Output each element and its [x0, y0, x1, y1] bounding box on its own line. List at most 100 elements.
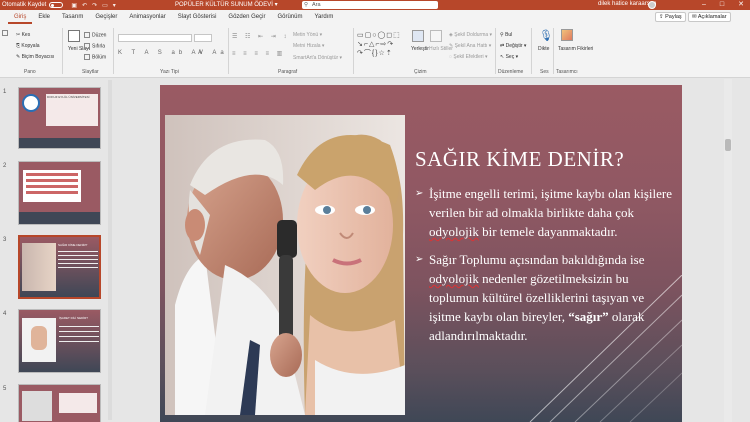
autosave-label: Otomatik Kaydet [2, 2, 47, 8]
format-painter-button[interactable]: ✎ Biçim Boyacısı [16, 54, 54, 60]
search-box[interactable]: ⚲ Ara [302, 1, 438, 9]
arrange-button[interactable] [412, 30, 424, 42]
design-ideas-icon[interactable] [561, 29, 573, 41]
scrollbar-thumb[interactable] [725, 139, 731, 151]
layout-button[interactable]: Düzen [84, 32, 106, 38]
design-ideas-graphic [561, 29, 573, 41]
minimize-button[interactable]: – [702, 0, 706, 10]
bullet-1: ➢ İşitme engelli terimi, işitme kaybı ol… [415, 184, 677, 241]
align-buttons[interactable]: ≡ ≡ ≡ ≡ ▥ [232, 50, 285, 57]
slide-thumbnail-1[interactable]: DOKUZ EYLÜL ÜNİVERSİTESİ [18, 87, 101, 149]
copy-button[interactable]: ⎘ Kopyala [16, 43, 39, 49]
group-label-cizim: Çizim [414, 69, 427, 75]
tab-gecisler[interactable]: Geçişler [89, 10, 123, 24]
bullet-2-text: Sağır Toplumu açısından bakıldığında ise [429, 252, 645, 267]
new-slide-button[interactable] [68, 30, 80, 42]
font-size-select[interactable] [194, 34, 212, 42]
undo-icon[interactable]: ↶ [82, 2, 87, 9]
thumb-4-lines [59, 326, 99, 346]
university-logo-icon [22, 94, 40, 112]
share-button[interactable]: ⇪ Paylaş [655, 12, 686, 22]
customize-icon[interactable]: ▾ [113, 2, 116, 9]
ribbon-divider [228, 28, 229, 74]
slide-thumbnail-5[interactable] [18, 384, 101, 422]
thumb-5-text [59, 393, 97, 413]
autosave-toggle[interactable]: Otomatik Kaydet [2, 2, 64, 8]
paste-icon [2, 30, 8, 36]
smartart-button[interactable]: SmartArt'a Dönüştür ▾ [293, 55, 342, 61]
thumb-3-photo [22, 243, 56, 291]
group-label-duzenleme: Düzenleme [498, 69, 524, 75]
tab-file[interactable] [0, 10, 8, 24]
tab-yardim[interactable]: Yardım [308, 10, 339, 24]
thumbnail-scrollbar[interactable] [108, 80, 112, 420]
slide-number: 5 [3, 386, 7, 392]
slide-thumbnail-3[interactable]: SAĞIR KİME DENİR? [18, 235, 101, 299]
select-button[interactable]: ↖ Seç ▾ [500, 54, 518, 60]
replace-icon: ⇄ [500, 43, 505, 49]
tab-gorunum[interactable]: Görünüm [271, 10, 308, 24]
section-icon [84, 54, 90, 60]
redo-icon[interactable]: ↷ [92, 2, 97, 9]
font-format-buttons[interactable]: K T A S ab AV Aa [118, 50, 228, 56]
slide-thumbnails-panel: 1 DOKUZ EYLÜL ÜNİVERSİTESİ 2 3 SAĞIR KİM… [0, 79, 112, 422]
reset-icon [84, 43, 90, 49]
section-button[interactable]: Bölüm [84, 54, 106, 60]
shape-fill-button[interactable]: ◈ Şekil Doldurma ▾ [449, 32, 492, 38]
shape-effects-button[interactable]: ◌ Şekil Efektleri ▾ [449, 54, 488, 60]
replace-button[interactable]: ⇄ Değiştir ▾ [500, 43, 526, 49]
tab-gozden-gecir[interactable]: Gözden Geçir [222, 10, 271, 24]
slide-number: 2 [3, 163, 7, 169]
slide-photo[interactable] [165, 115, 405, 415]
align-text-button[interactable]: Metni Hizala ▾ [293, 43, 324, 49]
ribbon: ✂ Kes ⎘ Kopyala ✎ Biçim Boyacısı Pano Ye… [0, 24, 750, 78]
slide-title[interactable]: SAĞIR KİME DENİR? [415, 147, 624, 172]
font-color-button[interactable]: A [198, 50, 202, 56]
document-title[interactable]: POPÜLER KÜLTÜR SUNUM ÖDEVİ ▾ [175, 1, 278, 8]
cut-button[interactable]: ✂ Kes [16, 32, 30, 38]
close-button[interactable]: ✕ [738, 0, 744, 10]
tab-slayt-gosterisi[interactable]: Slayt Gösterisi [172, 10, 223, 24]
slide-number: 1 [3, 89, 7, 95]
quick-styles-button[interactable] [430, 30, 442, 42]
slide-canvas[interactable]: SAĞIR KİME DENİR? ➢ İşitme engelli terim… [160, 85, 682, 422]
thumb-3-title: SAĞIR KİME DENİR? [58, 243, 88, 247]
pen-icon: ✎ [449, 43, 454, 49]
comments-button[interactable]: ✉ Açıklamalar [688, 12, 731, 22]
slide-body[interactable]: ➢ İşitme engelli terimi, işitme kaybı ol… [415, 184, 677, 354]
shapes-gallery[interactable]: ▭▢○◯◻⬚ ↘⌐△⌐⇨↷ ↷⌒{}☆⇡ [357, 31, 409, 61]
present-icon[interactable]: ▭ [102, 2, 108, 9]
tab-ekle[interactable]: Ekle [32, 10, 56, 24]
slide-thumbnail-4[interactable]: İŞARET DİLİ NEDİR? [18, 309, 101, 373]
group-label-ses: Ses [540, 69, 549, 75]
layout-icon [84, 32, 90, 38]
design-ideas-button[interactable]: Tasarım Fikirleri [558, 46, 593, 52]
ribbon-tabs: Giriş Ekle Tasarım Geçişler Animasyonlar… [0, 10, 750, 24]
shape-outline-button[interactable]: ✎ Şekil Ana Hattı ▾ [449, 43, 491, 49]
tab-giris[interactable]: Giriş [8, 10, 33, 24]
list-buttons[interactable]: ☰ ☷ ⇤ ⇥ ↕ [232, 33, 289, 40]
ribbon-divider [353, 28, 354, 74]
arrow-bullet-icon: ➢ [415, 254, 424, 265]
search-icon: ⚲ [304, 2, 309, 8]
tab-tasarim[interactable]: Tasarım [56, 10, 89, 24]
reset-button[interactable]: Sıfırla [84, 43, 105, 49]
thumb-3-lines [58, 251, 98, 281]
find-button[interactable]: ⚲ Bul [500, 32, 512, 38]
tab-animasyonlar[interactable]: Animasyonlar [123, 10, 171, 24]
editor-scrollbar[interactable] [724, 79, 732, 422]
dictate-button[interactable]: Dikte [538, 46, 549, 52]
spelling-flag: odyolojik [429, 271, 479, 286]
group-label-tasarimci: Tasarımcı [556, 69, 578, 75]
avatar[interactable] [648, 1, 656, 9]
thumb-4-title: İŞARET DİLİ NEDİR? [59, 316, 88, 320]
text-direction-button[interactable]: Metin Yönü ▾ [293, 32, 322, 38]
font-family-select[interactable] [118, 34, 192, 42]
slide-thumbnail-2[interactable] [18, 161, 101, 225]
paste-button[interactable] [2, 30, 10, 36]
save-icon[interactable]: ▣ [71, 2, 77, 9]
microphone-icon[interactable]: 🎙 [539, 29, 553, 42]
maximize-button[interactable]: □ [720, 0, 724, 10]
toggle-switch-icon[interactable] [49, 2, 64, 8]
slide-number: 4 [3, 311, 7, 317]
